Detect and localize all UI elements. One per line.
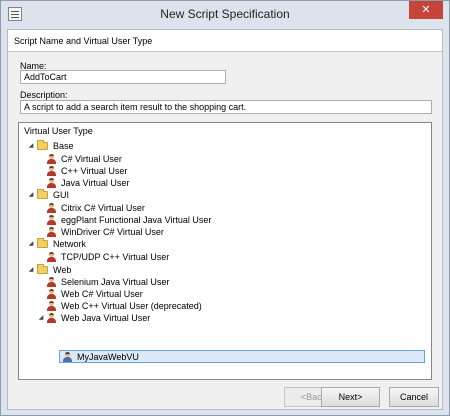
section-header: Script Name and Virtual User Type: [8, 30, 442, 52]
close-button[interactable]: ✕: [409, 1, 443, 19]
tree-item-label: WinDriver C# Virtual User: [61, 227, 164, 237]
tree-item-web-java[interactable]: ◢ Web Java Virtual User: [19, 312, 419, 324]
tree-group-label: Base: [53, 141, 74, 151]
tree-group-label: Network: [53, 239, 87, 249]
title-bar[interactable]: New Script Specification ✕: [1, 1, 449, 29]
tree-item-label: C# Virtual User: [61, 154, 122, 164]
virtual-user-icon: [47, 276, 56, 288]
tree-group-base[interactable]: ◢ Base: [19, 140, 419, 152]
description-field[interactable]: A script to add a search item result to …: [20, 100, 432, 114]
tree-item-label: Selenium Java Virtual User: [61, 277, 170, 287]
virtual-user-icon: [47, 202, 56, 214]
tree-group-label: Web: [53, 265, 72, 275]
virtual-user-icon: [47, 312, 56, 324]
virtual-user-icon: [47, 214, 56, 226]
tree-item[interactable]: Citrix C# Virtual User: [19, 202, 419, 214]
tree-item-label: TCP/UDP C++ Virtual User: [61, 252, 170, 262]
virtual-user-icon: [47, 153, 56, 165]
tree-item-label: Web Java Virtual User: [61, 313, 151, 323]
folder-icon: [37, 140, 48, 150]
virtual-user-icon: [47, 251, 56, 263]
virtual-user-icon: [47, 165, 56, 177]
tree-item[interactable]: C# Virtual User: [19, 153, 419, 165]
window-title: New Script Specification: [160, 7, 290, 21]
tree-item-label: Web C# Virtual User: [61, 289, 143, 299]
tree-item-label: eggPlant Functional Java Virtual User: [61, 215, 212, 225]
folder-icon: [37, 189, 48, 199]
dialog-window: New Script Specification ✕ Script Name a…: [0, 0, 450, 416]
virtual-user-icon: [47, 288, 56, 300]
expand-toggle-icon[interactable]: ◢: [27, 140, 35, 152]
virtual-user-icon: [47, 177, 56, 189]
expand-toggle-icon[interactable]: ◢: [27, 189, 35, 201]
folder-icon: [37, 238, 48, 248]
tree-group-label: GUI: [53, 190, 70, 200]
virtual-user-icon: [47, 226, 56, 238]
virtual-user-type-tree[interactable]: Virtual User Type ◢ Base C# Virtual User…: [18, 122, 432, 380]
tree-group-gui[interactable]: ◢ GUI: [19, 189, 419, 201]
dialog-body: Script Name and Virtual User Type Name: …: [7, 29, 443, 410]
tree-item[interactable]: WinDriver C# Virtual User: [19, 226, 419, 238]
virtual-user-icon: [47, 300, 56, 312]
tree-item[interactable]: C++ Virtual User: [19, 165, 419, 177]
tree-item-label: MyJavaWebVU: [77, 352, 139, 362]
description-label: Description:: [20, 90, 68, 100]
cancel-button[interactable]: Cancel: [389, 387, 439, 407]
tree-item-label: C++ Virtual User: [61, 166, 128, 176]
tree-item-selected[interactable]: MyJavaWebVU: [19, 351, 419, 363]
tree-group-network[interactable]: ◢ Network: [19, 238, 419, 250]
tree-item-label: Web C++ Virtual User (deprecated): [61, 301, 202, 311]
tree-group-web[interactable]: ◢ Web: [19, 264, 419, 276]
tree-header: Virtual User Type: [24, 126, 93, 136]
folder-icon: [37, 264, 48, 274]
tree-item[interactable]: Web C# Virtual User: [19, 288, 419, 300]
next-button[interactable]: Next>: [321, 387, 380, 407]
tree-item[interactable]: eggPlant Functional Java Virtual User: [19, 214, 419, 226]
name-field[interactable]: AddToCart: [20, 70, 226, 84]
expand-toggle-icon[interactable]: ◢: [37, 312, 45, 324]
expand-toggle-icon[interactable]: ◢: [27, 264, 35, 276]
tree-item[interactable]: Selenium Java Virtual User: [19, 276, 419, 288]
tree-item[interactable]: Web C++ Virtual User (deprecated): [19, 300, 419, 312]
tree-item[interactable]: Java Virtual User: [19, 177, 419, 189]
tree-item-label: Citrix C# Virtual User: [61, 203, 145, 213]
section-title: Script Name and Virtual User Type: [14, 36, 153, 46]
expand-toggle-icon[interactable]: ◢: [27, 238, 35, 250]
custom-virtual-user-icon: [63, 351, 72, 363]
tree-item-label: Java Virtual User: [61, 178, 130, 188]
tree-item[interactable]: TCP/UDP C++ Virtual User: [19, 251, 419, 263]
